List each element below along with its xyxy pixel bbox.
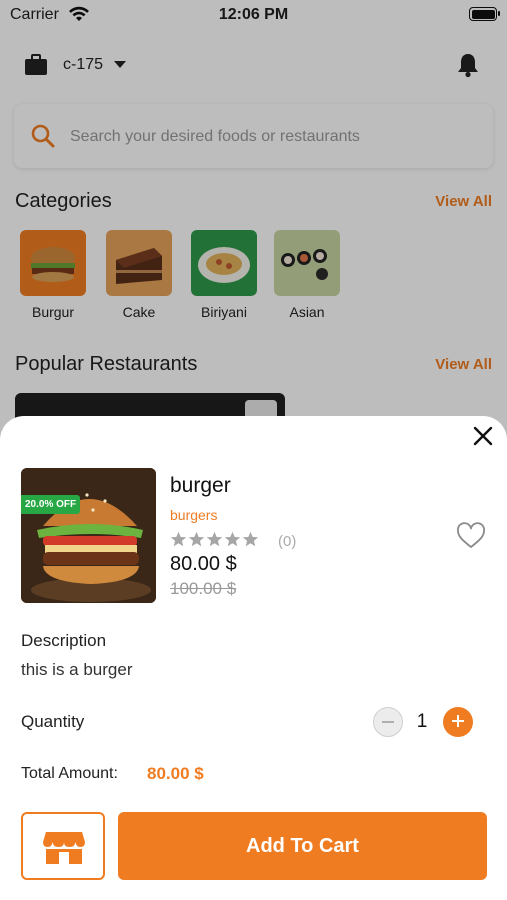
product-original-price: 100.00 $ [170, 579, 237, 598]
quantity-label: Quantity [21, 712, 85, 731]
product-name: burger [170, 474, 231, 497]
description-title: Description [21, 631, 107, 650]
star-icon [224, 531, 241, 547]
description-text: this is a burger [21, 660, 133, 679]
star-icon [188, 531, 205, 547]
product-image: 20.0% OFF [21, 468, 156, 603]
rating-stars [170, 531, 260, 551]
product-category: burgers [170, 507, 218, 523]
quantity-value: 1 [416, 711, 428, 732]
product-bottom-sheet: 20.0% OFF burger burgers (0) 80.00 $ 100… [0, 416, 507, 900]
star-icon [242, 531, 259, 547]
store-button[interactable] [21, 812, 105, 880]
star-icon [206, 531, 223, 547]
decrease-quantity-button[interactable] [373, 707, 403, 737]
increase-quantity-button[interactable] [443, 707, 473, 737]
heart-icon[interactable] [456, 522, 486, 550]
star-icon [170, 531, 187, 547]
product-price: 80.00 $ [170, 553, 237, 575]
store-icon [43, 832, 85, 864]
discount-badge: 20.0% OFF [21, 495, 81, 514]
rating-count: (0) [278, 533, 297, 550]
close-icon[interactable] [471, 424, 495, 448]
total-amount-label: Total Amount: [21, 765, 118, 782]
total-amount-value: 80.00 $ [147, 764, 204, 783]
add-to-cart-button[interactable]: Add To Cart [118, 812, 487, 880]
